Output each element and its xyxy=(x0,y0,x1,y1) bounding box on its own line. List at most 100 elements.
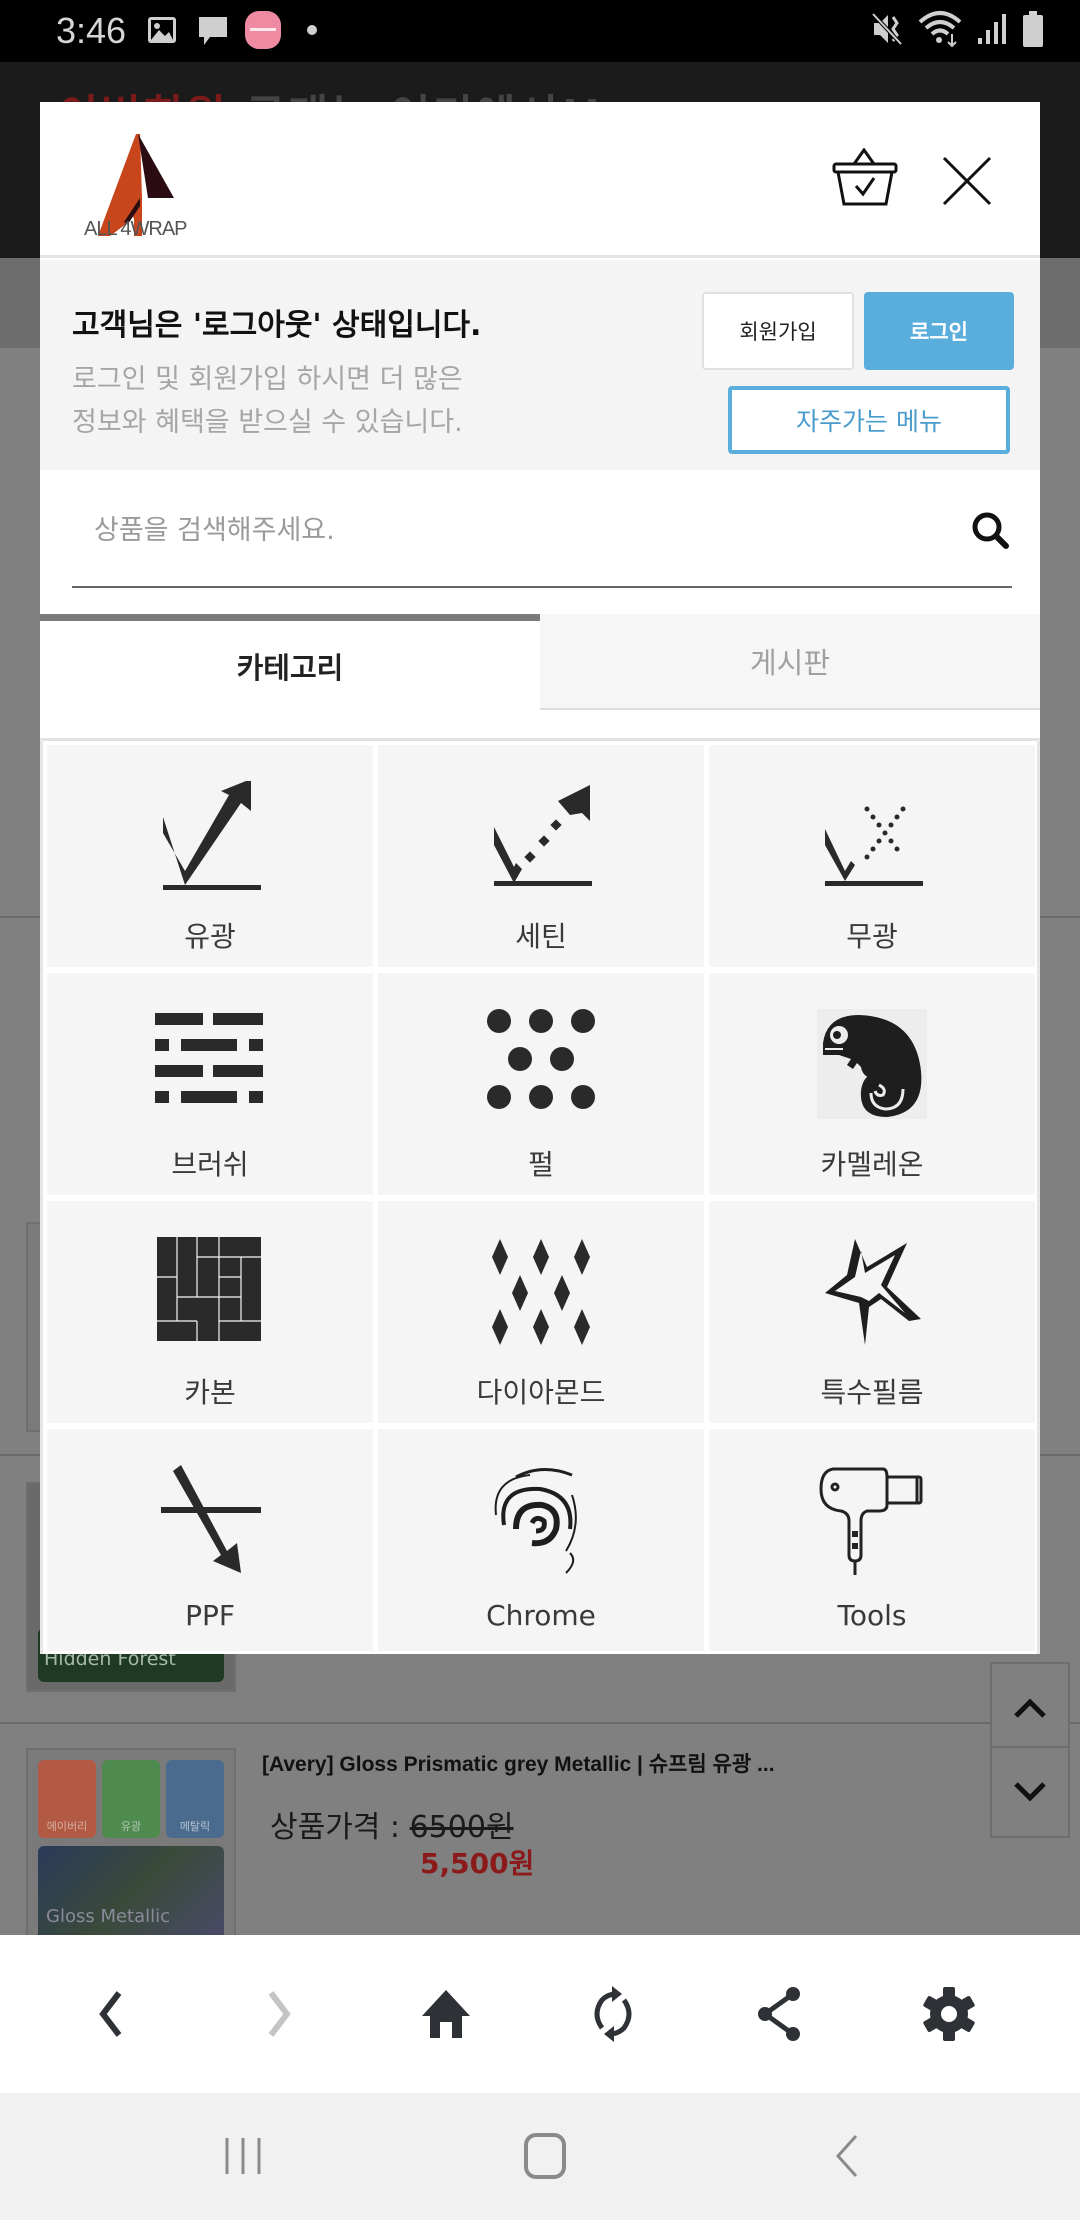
category-gloss[interactable]: 유광 xyxy=(47,745,373,967)
pearl-icon xyxy=(487,1009,595,1109)
chrome-icon xyxy=(494,1468,577,1574)
brand-logo-text: ALL 4WRAP xyxy=(84,218,188,240)
modal-header: ALL 4WRAP xyxy=(40,102,1040,258)
browser-settings-button[interactable] xyxy=(914,1979,984,2049)
cart-button[interactable] xyxy=(830,147,900,210)
search-input[interactable] xyxy=(94,510,914,550)
category-matte[interactable]: 무광 xyxy=(709,745,1035,967)
browser-forward-button[interactable] xyxy=(244,1979,314,2049)
system-home-button[interactable] xyxy=(510,2123,580,2189)
browser-home-button[interactable] xyxy=(411,1979,481,2049)
screen: 3:46 이번회원 구매는 여기에서!! Hidden Forest 에이버리 xyxy=(0,0,1080,2220)
category-diamond[interactable]: 다이아몬드 xyxy=(378,1201,704,1423)
home-icon xyxy=(524,2133,566,2179)
category-carbon[interactable]: 카본 xyxy=(47,1201,373,1423)
category-label: 다이아몬드 xyxy=(476,1376,606,1409)
back-icon xyxy=(99,1991,122,2037)
product-price: 상품가격 : 6500원 xyxy=(270,1802,514,1846)
refresh-icon xyxy=(594,1986,632,2042)
search-button[interactable] xyxy=(970,510,1010,550)
category-ppf[interactable]: PPF xyxy=(47,1429,373,1651)
category-label: Tools xyxy=(837,1599,907,1632)
brushed-icon xyxy=(155,1013,263,1103)
search-bar xyxy=(72,470,1012,588)
browser-toolbar xyxy=(0,1935,1080,2093)
thumbnail-badge: 에이버리 xyxy=(38,1760,96,1838)
category-brushed[interactable]: 브러쉬 xyxy=(47,973,373,1195)
message-icon xyxy=(199,17,227,45)
category-label: 세틴 xyxy=(515,920,567,953)
category-label: 카본 xyxy=(184,1376,236,1409)
join-button[interactable]: 회원가입 xyxy=(702,292,854,370)
product-title[interactable]: [Avery] Gloss Prismatic grey Metallic | … xyxy=(262,1748,775,1778)
login-status-panel: 고객님은 '로그아웃' 상태입니다. 로그인 및 회원가입 하시면 더 많은 정… xyxy=(40,260,1040,470)
share-icon xyxy=(758,1987,800,2041)
gloss-icon xyxy=(163,781,261,890)
search-icon xyxy=(972,512,1009,549)
price-original: 6500원 xyxy=(409,1810,514,1845)
ppf-icon xyxy=(161,1465,261,1573)
category-pearl[interactable]: 펄 xyxy=(378,973,704,1195)
category-tools[interactable]: Tools xyxy=(709,1429,1035,1651)
recent-apps-icon xyxy=(225,2138,261,2174)
category-label: 펄 xyxy=(528,1148,554,1181)
special-film-icon xyxy=(825,1239,921,1345)
scroll-bottom-button[interactable] xyxy=(990,1746,1070,1838)
vibrate-icon xyxy=(871,12,903,46)
category-grid: 유광 세틴 무광 브러쉬 펄 카멜레온 카본 다이아몬드 특수필름 PPF Ch… xyxy=(40,738,1040,1654)
system-back-button[interactable] xyxy=(812,2123,882,2189)
category-special-film[interactable]: 특수필름 xyxy=(709,1201,1035,1423)
wifi-icon xyxy=(918,11,962,48)
category-chameleon[interactable]: 카멜레온 xyxy=(709,973,1035,1195)
browser-refresh-button[interactable] xyxy=(578,1979,648,2049)
thumbnail-badge: 유광 xyxy=(102,1760,160,1838)
diamond-icon xyxy=(492,1239,590,1345)
browser-back-button[interactable] xyxy=(76,1979,146,2049)
category-label: 브러쉬 xyxy=(171,1148,249,1181)
login-status-title: 고객님은 '로그아웃' 상태입니다. xyxy=(72,308,482,343)
price-sale: 5,500원 xyxy=(420,1847,535,1880)
login-status-description: 로그인 및 회원가입 하시면 더 많은 정보와 혜택을 받으실 수 있습니다. xyxy=(72,364,463,438)
basket-icon xyxy=(832,147,898,206)
tab-board[interactable]: 게시판 xyxy=(540,614,1040,710)
login-button[interactable]: 로그인 xyxy=(864,292,1014,370)
status-bar: 3:46 xyxy=(0,0,1080,62)
category-label: 유광 xyxy=(184,920,236,953)
close-icon xyxy=(942,156,992,206)
satin-icon xyxy=(494,785,592,886)
app-badge-icon xyxy=(245,11,281,49)
forward-icon xyxy=(268,1991,291,2037)
category-chrome[interactable]: Chrome xyxy=(378,1429,704,1651)
price-label: 상품가격 : xyxy=(270,1810,410,1845)
status-time: 3:46 xyxy=(56,10,127,51)
gallery-icon xyxy=(148,17,176,43)
matte-icon xyxy=(825,806,923,886)
divider xyxy=(0,1722,1080,1724)
thumbnail-badge: 메탈릭 xyxy=(166,1760,224,1838)
category-label: Chrome xyxy=(486,1599,596,1632)
back-icon xyxy=(835,2134,858,2178)
scroll-top-button[interactable] xyxy=(990,1662,1070,1754)
category-satin[interactable]: 세틴 xyxy=(378,745,704,967)
chevron-up-icon xyxy=(1014,1698,1046,1718)
settings-icon xyxy=(923,1987,975,2041)
category-label: 특수필름 xyxy=(820,1376,924,1409)
chameleon-icon xyxy=(817,1009,927,1119)
signal-icon xyxy=(978,14,1006,44)
browser-share-button[interactable] xyxy=(745,1979,815,2049)
chevron-down-icon xyxy=(1014,1782,1046,1802)
home-icon xyxy=(422,1990,470,2038)
product-thumbnail[interactable]: 에이버리 유광 메탈릭 Gloss Metallic xyxy=(26,1748,236,1935)
recent-apps-button[interactable] xyxy=(208,2123,278,2189)
tools-icon xyxy=(819,1467,923,1575)
tab-category[interactable]: 카테고리 xyxy=(40,614,540,710)
carbon-icon xyxy=(157,1237,261,1341)
menu-tabs: 카테고리 게시판 xyxy=(40,614,1040,710)
frequent-menu-button[interactable]: 자주가는 메뉴 xyxy=(728,386,1010,454)
category-label: PPF xyxy=(185,1599,235,1632)
category-label: 무광 xyxy=(846,920,898,953)
battery-icon xyxy=(1023,11,1043,47)
system-nav-bar xyxy=(0,2093,1080,2220)
close-button[interactable] xyxy=(940,154,994,208)
dot-icon xyxy=(307,25,317,35)
